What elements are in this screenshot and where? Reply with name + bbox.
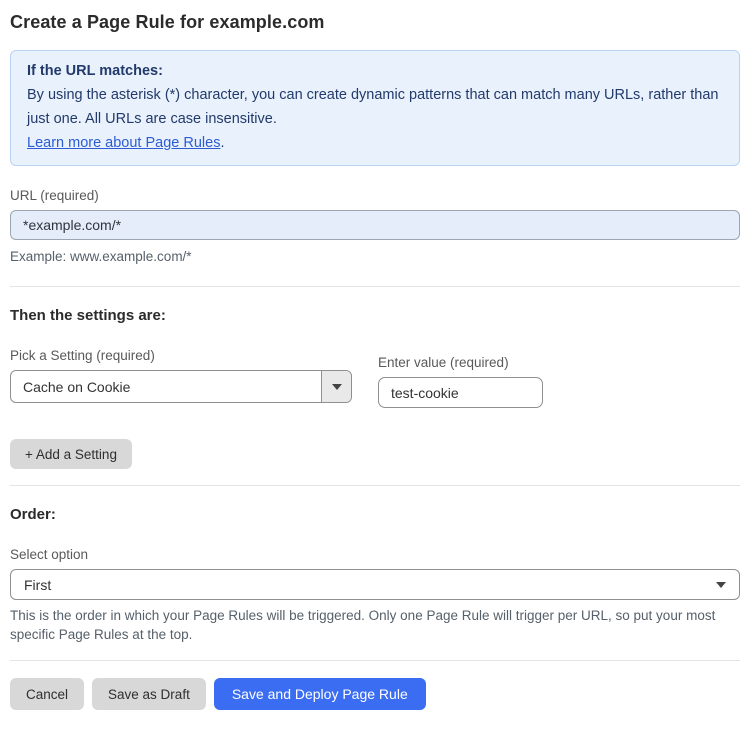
setting-select-value: Cache on Cookie — [23, 378, 131, 395]
order-section-heading: Order: — [10, 506, 56, 523]
save-deploy-button[interactable]: Save and Deploy Page Rule — [213, 678, 426, 710]
order-select[interactable]: First — [10, 569, 740, 600]
divider — [10, 485, 740, 486]
select-option-label: Select option — [10, 547, 89, 562]
setting-value-input[interactable] — [378, 377, 543, 408]
divider — [10, 660, 740, 661]
url-label: URL (required) — [10, 188, 99, 203]
add-setting-button[interactable]: + Add a Setting — [10, 439, 132, 469]
chevron-down-icon — [716, 581, 726, 588]
url-matches-info-box: If the URL matches: By using the asteris… — [10, 50, 740, 166]
info-link-line: Learn more about Page Rules. — [27, 131, 723, 155]
create-page-rule-form: Create a Page Rule for example.com If th… — [0, 0, 750, 730]
divider — [10, 286, 740, 287]
enter-value-label: Enter value (required) — [378, 355, 509, 370]
cancel-button[interactable]: Cancel — [10, 678, 85, 710]
url-input[interactable] — [10, 210, 740, 240]
info-box-body: By using the asterisk (*) character, you… — [27, 87, 719, 127]
order-select-value: First — [24, 576, 52, 593]
pick-setting-column: Pick a Setting (required) Cache on Cooki… — [10, 348, 352, 403]
settings-row: Pick a Setting (required) Cache on Cooki… — [10, 348, 740, 408]
order-help-text: This is the order in which your Page Rul… — [10, 608, 716, 642]
setting-select[interactable]: Cache on Cookie — [10, 370, 352, 403]
setting-select-arrow-button[interactable] — [321, 371, 351, 402]
learn-more-link[interactable]: Learn more about Page Rules — [27, 135, 220, 151]
chevron-down-icon — [331, 383, 342, 390]
url-example-hint: Example: www.example.com/* — [10, 249, 192, 264]
pick-setting-label: Pick a Setting (required) — [10, 348, 155, 363]
footer-actions: Cancel Save as Draft Save and Deploy Pag… — [10, 678, 740, 710]
enter-value-column: Enter value (required) — [378, 348, 543, 408]
page-title: Create a Page Rule for example.com — [10, 12, 325, 32]
info-box-heading: If the URL matches: — [27, 63, 163, 79]
settings-section-heading: Then the settings are: — [10, 307, 166, 324]
link-suffix: . — [220, 135, 225, 151]
save-draft-button[interactable]: Save as Draft — [92, 678, 206, 710]
